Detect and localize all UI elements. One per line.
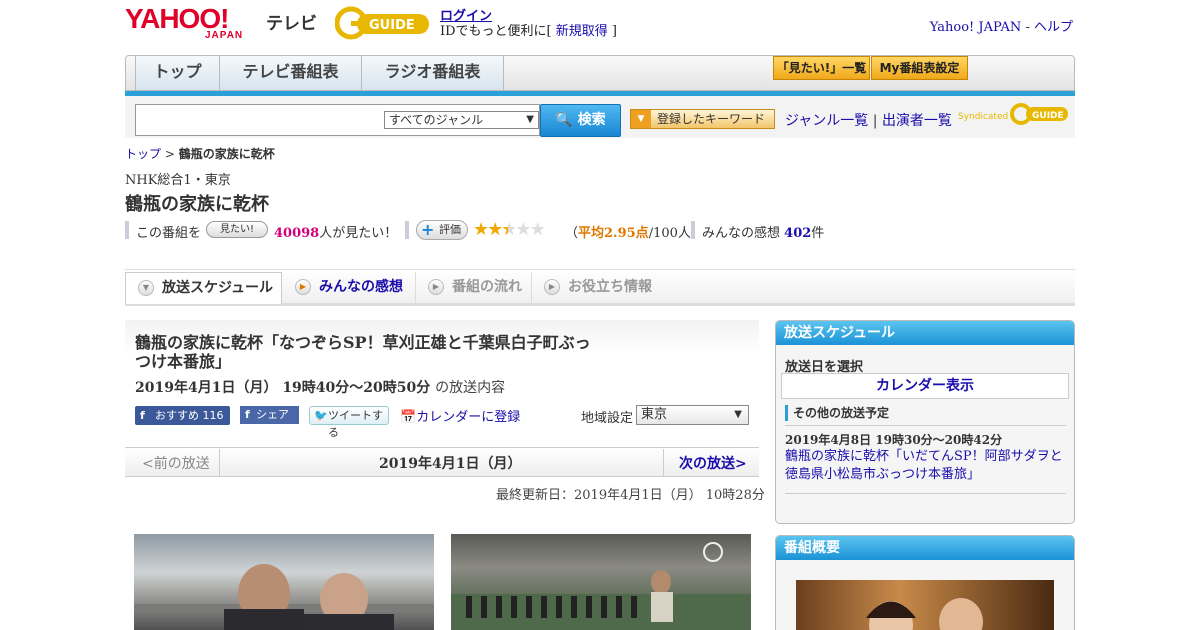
episode-title: 鶴瓶の家族に乾杯「なつぞらSP！草刈正雄と千葉県白子町ぶっつけ本番旅」 <box>135 333 591 371</box>
plus-icon: + <box>421 220 435 239</box>
page-title: 鶴瓶の家族に乾杯 <box>125 194 269 215</box>
header-right-links: Yahoo! JAPAN - ヘルプ <box>929 20 1073 35</box>
region-label: 地域設定 <box>581 411 634 426</box>
rating-average: （平均2.95点/100人） <box>565 226 704 241</box>
facebook-icon: f <box>245 408 250 421</box>
facebook-recommend-button[interactable]: f おすすめ 116 <box>135 406 230 425</box>
want-button[interactable]: 見たい! <box>206 221 268 238</box>
genre-list-link[interactable]: ジャンル一覧 <box>785 113 868 129</box>
want-count: 40098人が見たい！ <box>274 226 398 241</box>
sidebar-summary-header: 番組概要 <box>776 536 1074 560</box>
sidebar-divider <box>785 493 1066 494</box>
play-icon: ▶ <box>428 279 444 295</box>
gguide-small-logo: GUIDE <box>1010 103 1068 125</box>
nav-tab-radio-schedule[interactable]: ラジオ番組表 <box>362 56 504 90</box>
play-icon: ▶ <box>544 279 560 295</box>
want-list-button[interactable]: 「見たい!」一覧 <box>773 56 870 80</box>
calendar-icon: 📅 <box>400 410 417 425</box>
play-icon: ▶ <box>295 279 311 295</box>
triangle-down-icon: ▼ <box>631 110 651 128</box>
star-empty-icon: ★ <box>529 219 546 240</box>
want-prefix: この番組を <box>136 226 202 241</box>
yahoo-japan-link[interactable]: Yahoo! JAPAN <box>930 20 1022 35</box>
calendar-show-button[interactable]: カレンダー表示 <box>781 373 1069 399</box>
tab-schedule[interactable]: ▼ 放送スケジュール <box>125 272 282 304</box>
breadcrumb: トップ > 鶴瓶の家族に乾杯 <box>125 147 275 161</box>
tab-flow[interactable]: ▶ 番組の流れ <box>416 272 532 304</box>
my-schedule-button[interactable]: My番組表設定 <box>871 56 968 80</box>
facebook-share-button[interactable]: f シェア <box>240 406 299 424</box>
nav-divider <box>663 449 664 476</box>
episode-photo-1 <box>134 534 434 630</box>
star-half-icon: ★ <box>501 219 517 240</box>
genre-select[interactable]: すべてのジャンル ▼ <box>384 111 539 129</box>
syndicated-label: Syndicated <box>958 112 1009 122</box>
search-icon: 🔍 <box>555 112 573 128</box>
breadcrumb-top-link[interactable]: トップ <box>125 147 161 161</box>
prev-broadcast-link[interactable]: <前の放送 <box>142 453 210 473</box>
star-icon: ★ <box>487 219 503 240</box>
sidebar-divider <box>785 425 1066 426</box>
register-link[interactable]: 新規取得 <box>556 24 608 39</box>
login-subtext: IDでもっと便利に[ 新規取得 ] <box>440 24 617 39</box>
stat-divider <box>125 221 129 239</box>
breadcrumb-current: 鶴瓶の家族に乾杯 <box>178 147 275 161</box>
other-schedule-time: 2019年4月8日 19時30分～20時42分 <box>785 433 1003 447</box>
star-icon: ★ <box>473 219 489 240</box>
rate-button[interactable]: + 評価 <box>416 220 468 240</box>
search-button[interactable]: 🔍 検索 <box>540 104 621 137</box>
nav-divider <box>219 449 220 476</box>
star-empty-icon: ★ <box>515 219 531 240</box>
yahoo-logo-japan: JAPAN <box>205 30 244 41</box>
tweet-button[interactable]: 🐦 ツイートする <box>309 406 389 439</box>
chevron-down-icon: ▼ <box>526 114 534 125</box>
chevron-down-icon: ▼ <box>138 280 154 296</box>
impressions-count: みんなの感想 402件 <box>702 226 825 241</box>
chevron-down-icon: ▼ <box>734 409 742 420</box>
episode-time: 2019年4月1日（月） 19時40分～20時50分 の放送内容 <box>135 380 506 396</box>
tab-info[interactable]: ▶ お役立ち情報 <box>532 272 672 304</box>
sidebar-schedule-header: 放送スケジュール <box>776 321 1074 345</box>
other-schedule-link[interactable]: 鶴瓶の家族に乾杯「いだてんSP！阿部サダヲと徳島県小松島市ぶっつけ本番旅」 <box>785 448 1065 484</box>
region-select[interactable]: 東京 ▼ <box>636 405 749 425</box>
svg-text:GUIDE: GUIDE <box>369 18 415 33</box>
svg-text:GUIDE: GUIDE <box>1032 111 1064 121</box>
search-side-links: ジャンル一覧 | 出演者一覧 <box>785 113 952 129</box>
twitter-icon: 🐦 <box>314 409 328 422</box>
star-rating: ★★★★★ <box>473 219 546 240</box>
last-updated: 最終更新日：2019年4月1日（月） 10時28分 <box>496 488 765 503</box>
nav-tab-tv-schedule[interactable]: テレビ番組表 <box>220 56 362 90</box>
channel-label: NHK総合1・東京 <box>125 173 231 188</box>
facebook-icon: f <box>140 409 145 422</box>
calendar-register-link[interactable]: 📅カレンダーに登録 <box>400 406 520 425</box>
current-broadcast-date: 2019年4月1日（月） <box>379 456 522 472</box>
gguide-logo: GUIDE <box>335 6 429 40</box>
next-broadcast-link[interactable]: 次の放送> <box>679 453 747 473</box>
tab-impressions[interactable]: ▶ みんなの感想 <box>283 272 416 304</box>
performer-list-link[interactable]: 出演者一覧 <box>882 113 952 129</box>
summary-photo <box>796 580 1054 630</box>
yahoo-logo[interactable]: YAHOO! <box>125 5 229 33</box>
registered-keyword-button[interactable]: ▼ 登録したキーワード <box>630 109 775 129</box>
other-schedule-label: その他の放送予定 <box>785 405 889 421</box>
stat-divider <box>405 221 409 239</box>
stat-divider <box>691 221 695 239</box>
nav-tab-top[interactable]: トップ <box>135 56 220 90</box>
tv-logo-text: テレビ <box>266 14 317 34</box>
help-link[interactable]: ヘルプ <box>1034 20 1073 35</box>
episode-photo-2 <box>451 534 751 630</box>
impressions-count-link[interactable]: 402 <box>784 226 811 241</box>
